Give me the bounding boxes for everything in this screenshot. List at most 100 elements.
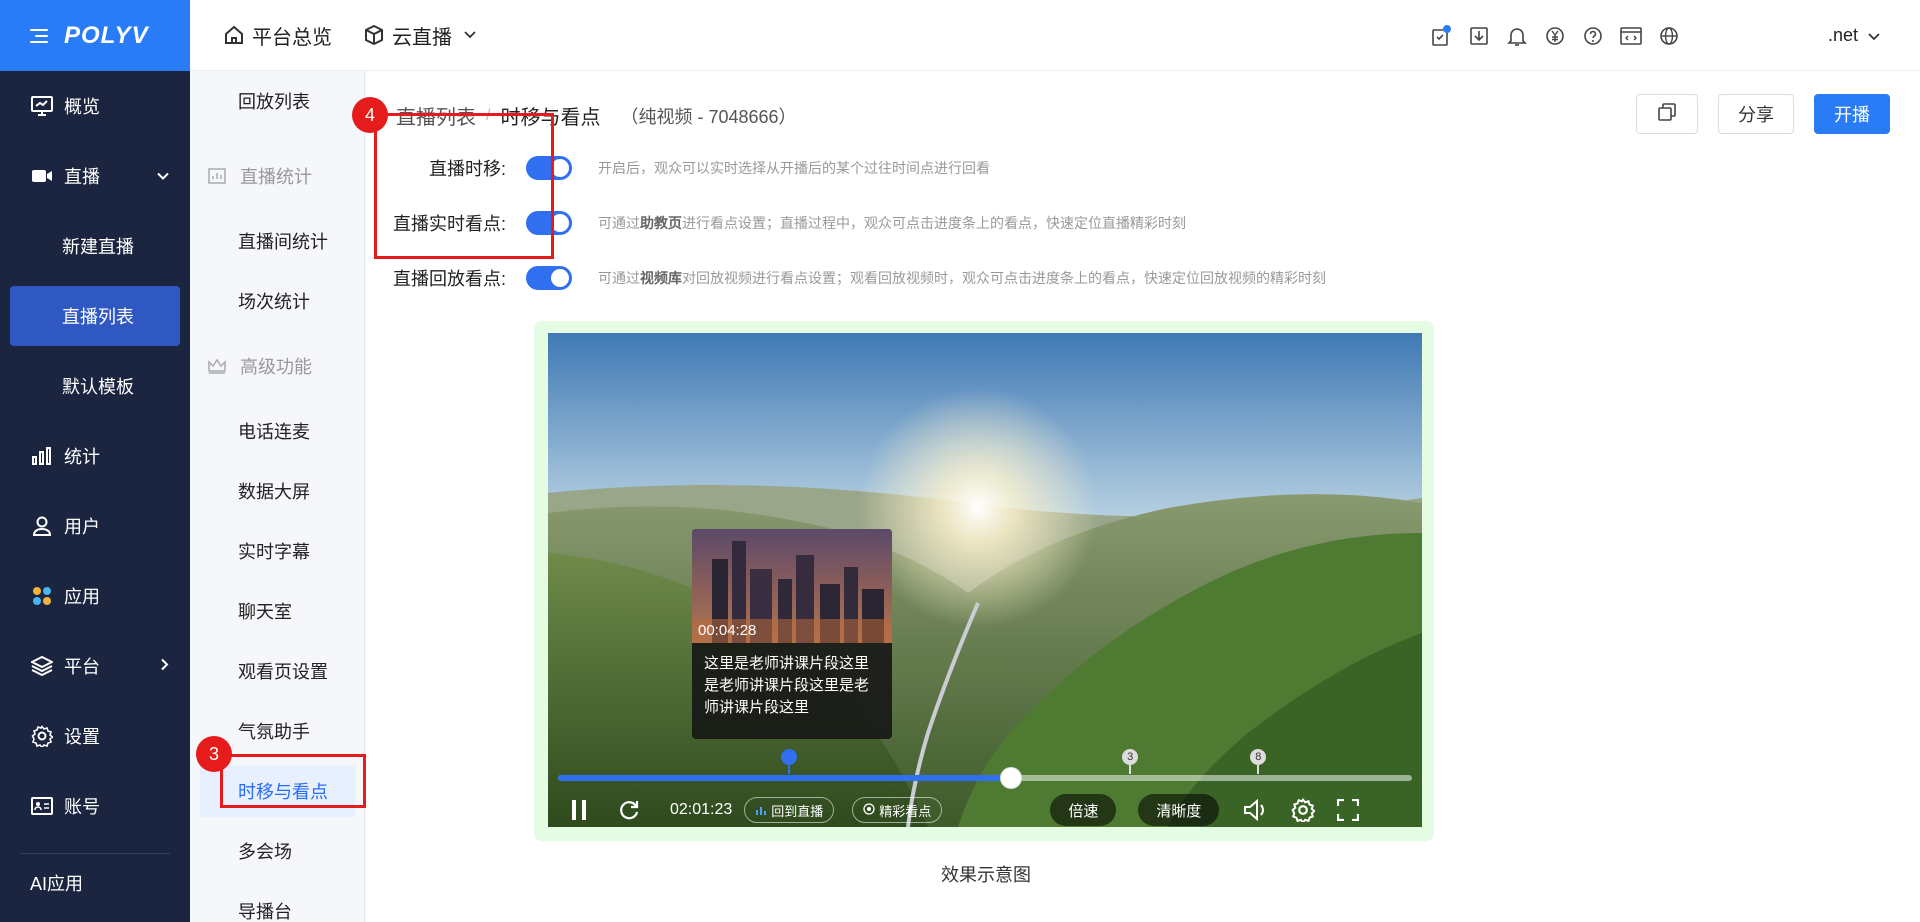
fullscreen-icon[interactable] xyxy=(1337,799,1360,821)
refresh-icon[interactable] xyxy=(618,799,640,821)
preview-caption: 效果示意图 xyxy=(941,865,1031,885)
globe-icon[interactable] xyxy=(1658,25,1680,47)
desc-text: 进行看点设置；直播过程中，观众可点击进度条上的看点，快速定位直播精彩时刻 xyxy=(682,215,1186,231)
progress-bar[interactable]: 3 8 xyxy=(558,749,1412,789)
yuan-icon[interactable] xyxy=(1544,25,1566,47)
nav-label: 直播 xyxy=(64,167,100,187)
highlights-button[interactable]: 精彩看点 xyxy=(852,797,943,823)
nav-label: 统计 xyxy=(64,447,100,467)
nav-sub-default-template[interactable]: 默认模板 xyxy=(0,351,190,421)
replay-highlights-toggle[interactable] xyxy=(526,266,572,290)
nav-item-settings[interactable]: 设置 xyxy=(0,701,190,771)
back-to-live-button[interactable]: 回到直播 xyxy=(744,797,835,823)
subnav-item-phone-mic[interactable]: 电话连麦 xyxy=(190,401,364,461)
user-icon xyxy=(30,514,54,538)
desc-text: 可通过 xyxy=(598,215,640,231)
download-icon[interactable] xyxy=(1468,25,1490,47)
apps-icon xyxy=(30,584,54,608)
nav-label: 设置 xyxy=(64,727,100,747)
subnav-item-multi-venue[interactable]: 多会场 xyxy=(190,821,364,881)
nav-label: 概览 xyxy=(64,97,100,117)
cloud-live-dropdown[interactable]: 云直播 xyxy=(364,21,484,50)
gear-icon xyxy=(30,724,54,748)
monitor-icon xyxy=(30,94,54,118)
signal-icon xyxy=(755,803,767,818)
subnav-item-room-stats[interactable]: 直播间统计 xyxy=(190,211,364,271)
tooltip-timestamp: 00:04:28 xyxy=(698,622,757,639)
platform-overview-link[interactable]: 平台总览 xyxy=(224,21,332,50)
copy-icon xyxy=(1658,102,1676,126)
subnav-item-data-screen[interactable]: 数据大屏 xyxy=(190,461,364,521)
progress-knob[interactable] xyxy=(999,767,1022,789)
tooltip-description: 这里是老师讲课片段这里是老师讲课片段这里是老师讲课片段这里 xyxy=(704,655,870,716)
nav-label: 应用 xyxy=(64,587,100,607)
highlight-marker[interactable] xyxy=(780,749,797,774)
nav-sub-new-live[interactable]: 新建直播 xyxy=(0,211,190,281)
logo: POLYV xyxy=(64,21,149,49)
video-player: 00:04:28 这里是老师讲课片段这里是老师讲课片段这里是老师讲课片段这里 3… xyxy=(548,333,1422,827)
assistant-page-link[interactable]: 助教页 xyxy=(640,215,682,231)
nav-item-platform[interactable]: 平台 xyxy=(0,631,190,701)
topbar-icons xyxy=(1430,0,1680,71)
chevron-down-icon xyxy=(1868,25,1880,46)
nav-item-account[interactable]: 账号 xyxy=(0,771,190,841)
nav-item-apps[interactable]: 应用 xyxy=(0,561,190,631)
chevron-down-icon xyxy=(156,166,170,187)
id-card-icon xyxy=(30,794,54,818)
quality-button[interactable]: 清晰度 xyxy=(1138,794,1220,826)
help-icon[interactable] xyxy=(1582,25,1604,47)
highlight-marker[interactable]: 8 xyxy=(1250,749,1267,774)
main-content: 直播列表 / 时移与看点 （纯视频 - 7048666） 分享 开播 直播时移:… xyxy=(352,71,1920,922)
landscape-image xyxy=(548,333,1422,827)
hamburger-menu-icon[interactable] xyxy=(30,28,48,43)
nav-item-users[interactable]: 用户 xyxy=(0,491,190,561)
nav-item-overview[interactable]: 概览 xyxy=(0,71,190,141)
user-name: .net xyxy=(1827,25,1858,45)
task-check-icon[interactable] xyxy=(1430,24,1452,47)
code-window-icon[interactable] xyxy=(1620,25,1642,47)
nav-item-live[interactable]: 直播 xyxy=(0,141,190,211)
subnav-item-director[interactable]: 导播台 xyxy=(190,881,364,922)
location-pin-icon xyxy=(863,802,875,818)
subnav-item-live-subtitles[interactable]: 实时字幕 xyxy=(190,521,364,581)
effect-preview-frame: 00:04:28 这里是老师讲课片段这里是老师讲课片段这里是老师讲课片段这里 3… xyxy=(534,321,1434,841)
setting-description: 可通过视频库对回放视频进行看点设置；观看回放视频时，观众可点击进度条上的看点，快… xyxy=(598,268,1326,288)
start-live-button[interactable]: 开播 xyxy=(1814,94,1890,134)
secondary-sidebar: 回放列表 直播统计 直播间统计 场次统计 高级功能 电话连麦 数据大屏 实时字幕… xyxy=(190,71,366,922)
nav-item-ai[interactable]: AI应用 xyxy=(0,866,190,896)
setting-row-replay-highlights: 直播回放看点: 可通过视频库对回放视频进行看点设置；观看回放视频时，观众可点击进… xyxy=(366,263,1326,293)
main-nav: 概览 直播 新建直播 直播列表 默认模板 统计 用户 应用 平台 设置 账号 A… xyxy=(0,71,190,896)
step-badge-4: 4 xyxy=(352,97,388,133)
subnav-group-live-stats: 直播统计 xyxy=(190,141,364,211)
step-badge-3: 3 xyxy=(196,736,232,772)
share-button[interactable]: 分享 xyxy=(1718,94,1794,134)
platform-overview-label: 平台总览 xyxy=(252,26,332,49)
nav-sub-live-list[interactable]: 直播列表 xyxy=(10,286,180,346)
volume-icon[interactable] xyxy=(1243,799,1269,821)
highlight-marker[interactable]: 3 xyxy=(1122,749,1139,774)
settings-gear-icon[interactable] xyxy=(1291,798,1316,822)
highlights-label: 精彩看点 xyxy=(879,803,932,819)
bell-icon[interactable] xyxy=(1506,25,1528,47)
subnav-item-chatroom[interactable]: 聊天室 xyxy=(190,581,364,641)
subnav-group-advanced: 高级功能 xyxy=(190,331,364,401)
nav-item-statistics[interactable]: 统计 xyxy=(0,421,190,491)
home-icon xyxy=(224,25,244,45)
highlight-box-3 xyxy=(220,754,366,808)
speed-button[interactable]: 倍速 xyxy=(1050,794,1117,826)
pause-icon[interactable] xyxy=(570,799,588,821)
subnav-item-session-stats[interactable]: 场次统计 xyxy=(190,271,364,331)
desc-text: 开启后，观众可以实时选择从开播后的某个过往时间点进行回看 xyxy=(598,160,990,176)
desc-text: 对回放视频进行看点设置；观看回放视频时，观众可点击进度条上的看点，快速定位回放视… xyxy=(682,270,1326,286)
channel-meta: （纯视频 - 7048666） xyxy=(620,106,797,127)
chevron-down-icon xyxy=(464,31,476,39)
subnav-item-watch-page-settings[interactable]: 观看页设置 xyxy=(190,641,364,701)
bar-chart-icon xyxy=(30,444,54,468)
progress-fill xyxy=(558,775,1011,781)
video-camera-icon xyxy=(30,164,54,188)
nav-label: 用户 xyxy=(64,517,100,537)
subnav-item-replay-list[interactable]: 回放列表 xyxy=(190,71,364,131)
video-library-link[interactable]: 视频库 xyxy=(640,270,682,286)
user-menu[interactable]: .net xyxy=(1828,0,1880,71)
copy-button[interactable] xyxy=(1636,94,1698,134)
